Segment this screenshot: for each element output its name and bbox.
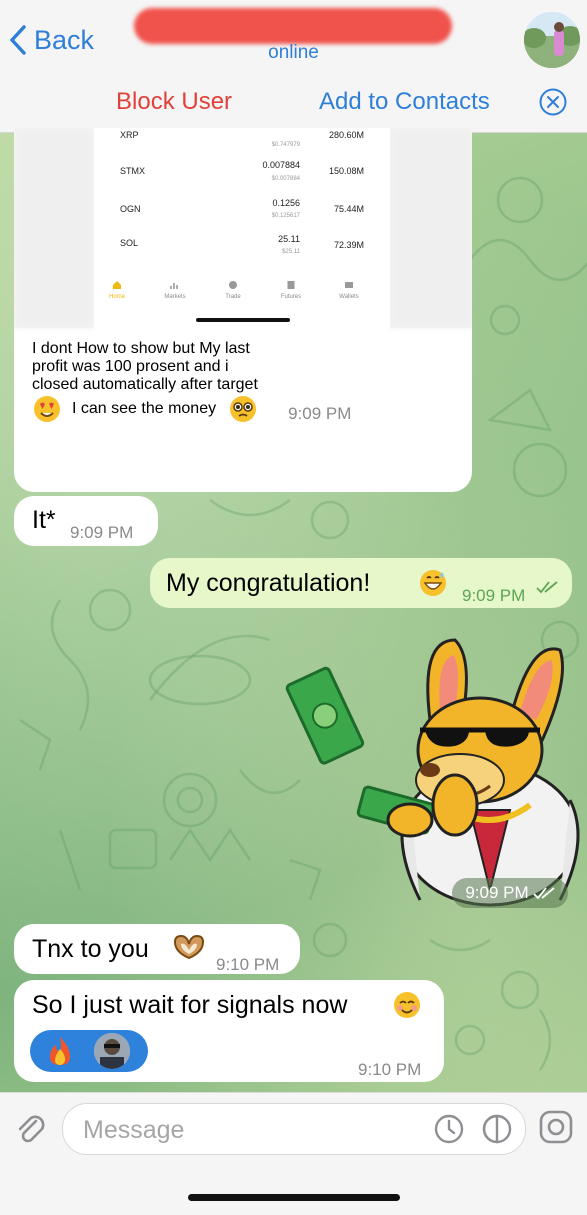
add-to-contacts-button[interactable]: Add to Contacts <box>319 88 490 116</box>
market-volume: 150.08M <box>328 166 364 176</box>
message-time: 9:10 PM <box>216 955 280 974</box>
market-volume: 72.39M <box>333 240 364 250</box>
market-price: 0.007884 <box>262 160 300 170</box>
message-input[interactable]: Message <box>62 1103 526 1155</box>
contact-avatar[interactable] <box>524 12 580 68</box>
message-bubble-outgoing[interactable]: My congratulation! 9:09 PM <box>150 558 572 608</box>
market-usd: $0.007884 <box>271 176 300 182</box>
message-line: profit was 100 prosent and i <box>32 358 229 375</box>
home-icon <box>113 281 121 289</box>
message-line: closed automatically after target <box>32 376 258 393</box>
nav-label: Home <box>108 294 125 300</box>
screenshot-blur-right <box>390 128 472 328</box>
camera-icon[interactable] <box>538 1109 574 1145</box>
screenshot-blur-left <box>14 128 94 328</box>
kangaroo-money-sticker[interactable] <box>280 630 580 910</box>
market-volume: 75.44M <box>333 204 364 214</box>
market-usd: $0.125617 <box>271 213 300 219</box>
message-text: My congratulation! <box>166 569 371 597</box>
fire-emoji-icon <box>50 1037 70 1065</box>
market-symbol: STMX <box>120 166 146 176</box>
pleading-face-emoji-icon <box>230 396 257 422</box>
message-text: I dont How to show but My last profit wa… <box>32 340 452 424</box>
trade-icon <box>229 281 237 289</box>
market-symbol: XRP <box>120 130 139 140</box>
contact-status: online <box>268 42 319 63</box>
screenshot-home-bar <box>196 318 290 322</box>
markets-icon <box>170 283 178 289</box>
smiling-face-emoji-icon <box>394 992 420 1018</box>
avatar-image <box>94 1033 130 1069</box>
heart-hands-emoji-icon <box>173 934 205 960</box>
message-text: Tnx to you <box>32 935 149 963</box>
nav-label: Futures <box>280 294 302 300</box>
attachment-icon[interactable] <box>14 1111 48 1145</box>
message-time: 9:09 PM <box>462 586 526 605</box>
market-usd: $0.747979 <box>271 142 300 148</box>
message-time: 9:09 PM <box>465 883 529 902</box>
wallets-icon <box>345 282 353 288</box>
market-volume: 280.60M <box>328 130 364 140</box>
scheduled-timer-icon[interactable] <box>433 1113 465 1145</box>
market-price: 25.11 <box>278 234 300 244</box>
contact-actions-bar: Block User Add to Contacts <box>0 76 587 132</box>
double-check-icon <box>533 887 555 900</box>
double-check-icon <box>536 581 558 594</box>
market-symbol: OGN <box>120 204 141 214</box>
message-time: 9:09 PM <box>288 404 352 423</box>
message-bubble[interactable]: It* 9:09 PM <box>14 496 158 546</box>
market-symbol: SOL <box>120 238 139 248</box>
market-usd: $25.11 <box>282 249 300 255</box>
sticker-icon[interactable] <box>481 1113 513 1145</box>
reaction-user-avatar <box>94 1033 130 1069</box>
chat-header: Back online Block User Add to Contacts <box>0 0 587 133</box>
redacted-contact-name <box>134 8 452 44</box>
market-list: XRP $0.747979 280.60M STMX 0.007884 $0.0… <box>94 128 390 328</box>
exchange-screenshot: XRP $0.747979 280.60M STMX 0.007884 $0.0… <box>14 128 472 328</box>
message-text-last: I can see the money <box>72 400 217 417</box>
message-text: It* <box>32 506 56 534</box>
nav-label: Markets <box>164 294 186 300</box>
market-price: 0.1256 <box>272 198 300 208</box>
close-icon[interactable] <box>539 88 567 116</box>
message-line: I dont How to show but My last <box>32 340 250 357</box>
sticker-time-pill: 9:09 PM <box>452 878 568 908</box>
message-time: 9:09 PM <box>70 523 134 542</box>
futures-icon <box>287 281 295 289</box>
home-indicator <box>188 1194 400 1201</box>
avatar-image <box>524 12 580 68</box>
message-bubble[interactable]: So I just wait for signals now 9:10 PM <box>14 980 444 1082</box>
message-time: 9:10 PM <box>358 1060 422 1079</box>
message-bubble[interactable]: Tnx to you 9:10 PM <box>14 924 300 974</box>
block-user-button[interactable]: Block User <box>116 88 232 116</box>
heart-eyes-emoji-icon <box>34 396 60 422</box>
image-message[interactable]: XRP $0.747979 280.60M STMX 0.007884 $0.0… <box>14 128 472 492</box>
nav-label: Wallets <box>339 294 359 300</box>
message-text: So I just wait for signals now <box>32 991 348 1019</box>
message-line-last: I can see the money 9:09 PM <box>32 394 452 424</box>
nav-label: Trade <box>225 294 241 300</box>
grinning-sweat-emoji-icon <box>420 570 446 596</box>
reactions-bar[interactable] <box>30 1030 148 1072</box>
message-placeholder: Message <box>83 1116 185 1144</box>
